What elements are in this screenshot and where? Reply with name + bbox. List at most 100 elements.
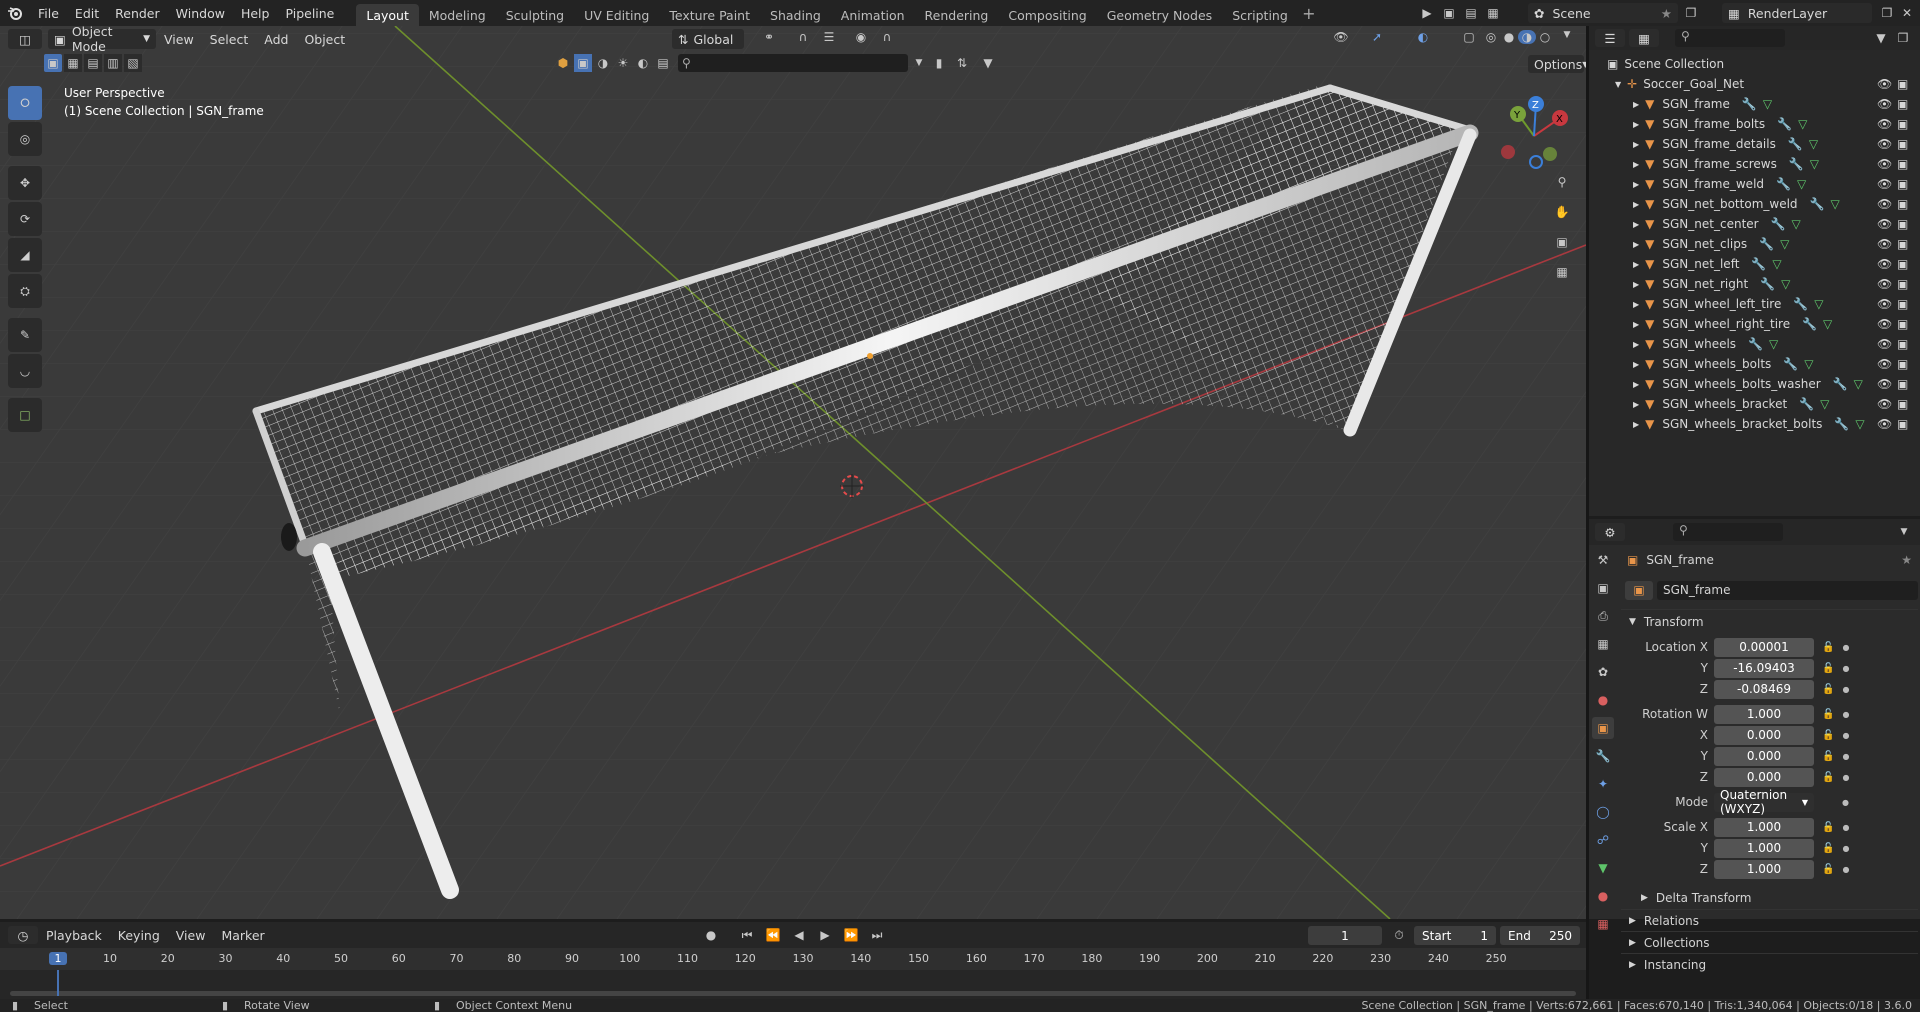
- eye-icon[interactable]: 👁: [1877, 357, 1892, 371]
- visibility-icon[interactable]: 👁: [1330, 30, 1352, 44]
- end-frame-field[interactable]: End 250: [1500, 926, 1580, 945]
- select-difference-icon[interactable]: ▥: [104, 54, 122, 72]
- move-tool[interactable]: ✥: [8, 166, 42, 200]
- keyframe-dot-icon[interactable]: ●: [1842, 844, 1849, 853]
- pivot-icon[interactable]: ⚭: [758, 30, 780, 44]
- remove-layer-icon[interactable]: ✕: [1898, 3, 1916, 23]
- camera-icon[interactable]: ▣: [1897, 337, 1908, 351]
- eye-icon[interactable]: 👁: [1877, 177, 1892, 191]
- mesh-data-icon[interactable]: ▽: [1855, 417, 1864, 431]
- camera-icon[interactable]: ▣: [1897, 357, 1908, 371]
- mesh-data-icon[interactable]: ▽: [1780, 237, 1789, 251]
- viewport-search-field[interactable]: ⚲: [678, 54, 908, 72]
- eye-icon[interactable]: 👁: [1877, 377, 1892, 391]
- select-box-tool[interactable]: ⭘: [8, 86, 42, 120]
- mesh-data-icon[interactable]: ▽: [1823, 317, 1832, 331]
- outliner-item-sgn-wheels-bracket-bolts[interactable]: ▶ ▼ SGN_wheels_bracket_bolts 🔧 ▽ 👁 ▣: [1589, 414, 1920, 434]
- sort-icon[interactable]: ⇅: [950, 54, 974, 72]
- add-workspace-icon[interactable]: +: [1298, 4, 1320, 23]
- render-view-icon[interactable]: ▦: [1484, 3, 1502, 23]
- camera-icon[interactable]: ▣: [1897, 377, 1908, 391]
- outliner-item-sgn-frame-bolts[interactable]: ▶ ▼ SGN_frame_bolts 🔧 ▽ 👁 ▣: [1589, 114, 1920, 134]
- physics-tab-icon[interactable]: ◯: [1592, 801, 1614, 823]
- scale-z-field[interactable]: 1.000: [1714, 859, 1814, 879]
- transform-tool[interactable]: ⛭: [8, 274, 42, 308]
- mesh-data-icon[interactable]: ▽: [1798, 117, 1807, 131]
- relations-header[interactable]: ▶ Relations: [1621, 909, 1918, 931]
- modifier-icon[interactable]: 🔧: [1833, 377, 1848, 391]
- modifier-icon[interactable]: 🔧: [1788, 137, 1803, 151]
- current-frame-field[interactable]: 1: [1308, 926, 1382, 945]
- outliner-item-sgn-wheels-bolts[interactable]: ▶ ▼ SGN_wheels_bolts 🔧 ▽ 👁 ▣: [1589, 354, 1920, 374]
- new-layer-icon[interactable]: ❐: [1878, 3, 1896, 23]
- tab-geometry-nodes[interactable]: Geometry Nodes: [1097, 4, 1222, 26]
- clock-icon[interactable]: ⏱: [1388, 926, 1410, 944]
- camera-icon[interactable]: ▣: [1897, 397, 1908, 411]
- object-browse-icon[interactable]: ▣: [1625, 580, 1653, 600]
- menu-window[interactable]: Window: [168, 0, 233, 26]
- lock-icon[interactable]: 🔓: [1822, 663, 1834, 674]
- scale-x-field[interactable]: 1.000: [1714, 817, 1814, 837]
- camera-icon[interactable]: ▣: [1897, 237, 1908, 251]
- rotation-w-field[interactable]: 1.000: [1714, 704, 1814, 724]
- lock-icon[interactable]: 🔓: [1822, 843, 1834, 854]
- eye-icon[interactable]: 👁: [1877, 277, 1892, 291]
- eye-icon[interactable]: 👁: [1877, 117, 1892, 131]
- modifier-icon[interactable]: 🔧: [1793, 297, 1808, 311]
- outliner-item-sgn-frame[interactable]: ▶ ▼ SGN_frame 🔧 ▽ 👁 ▣: [1589, 94, 1920, 114]
- lock-icon[interactable]: 🔓: [1822, 709, 1834, 720]
- select-extend-icon[interactable]: ▦: [64, 54, 82, 72]
- mesh-data-icon[interactable]: ▽: [1854, 377, 1863, 391]
- orientation-selector[interactable]: ⇅ Global: [672, 29, 744, 49]
- tab-rendering[interactable]: Rendering: [915, 4, 999, 26]
- mesh-data-icon[interactable]: ▽: [1792, 217, 1801, 231]
- eye-icon[interactable]: 👁: [1877, 217, 1892, 231]
- keyframe-dot-icon[interactable]: ●: [1842, 664, 1849, 673]
- gizmo-toggle-icon[interactable]: ➚: [1366, 30, 1388, 44]
- viewport-menu-select[interactable]: Select: [202, 26, 257, 52]
- camera-icon[interactable]: ▣: [1897, 257, 1908, 271]
- rotation-z-field[interactable]: 0.000: [1714, 767, 1814, 787]
- modifier-icon[interactable]: 🔧: [1834, 417, 1849, 431]
- lock-icon[interactable]: 🔓: [1822, 864, 1834, 875]
- outliner-editor-icon[interactable]: ☰: [1595, 29, 1625, 47]
- new-scene-icon[interactable]: ❐: [1682, 3, 1700, 23]
- expand-arrow-icon[interactable]: ▶: [1633, 360, 1639, 369]
- eye-icon[interactable]: 👁: [1877, 297, 1892, 311]
- object-name-field[interactable]: SGN_frame: [1657, 580, 1918, 600]
- expand-arrow-icon[interactable]: ▶: [1633, 240, 1639, 249]
- eye-icon[interactable]: 👁: [1877, 97, 1892, 111]
- filter-other-icon[interactable]: ▤: [654, 54, 672, 72]
- mesh-data-icon[interactable]: ▽: [1769, 337, 1778, 351]
- outliner-item-sgn-frame-screws[interactable]: ▶ ▼ SGN_frame_screws 🔧 ▽ 👁 ▣: [1589, 154, 1920, 174]
- modifier-icon[interactable]: 🔧: [1810, 197, 1825, 211]
- scale-y-field[interactable]: 1.000: [1714, 838, 1814, 858]
- timeline-editor-icon[interactable]: ◷: [8, 926, 38, 944]
- collections-header[interactable]: ▶ Collections: [1621, 931, 1918, 953]
- menu-timeline-view[interactable]: View: [168, 922, 214, 948]
- collection-row[interactable]: ▼ ✛ Soccer_Goal_Net 👁 ▣: [1589, 74, 1920, 94]
- world-tab-icon[interactable]: ●: [1592, 689, 1614, 711]
- expand-arrow-icon[interactable]: ▶: [1633, 120, 1639, 129]
- snap-options-icon[interactable]: ☰: [818, 30, 840, 44]
- mesh-data-icon[interactable]: ▽: [1763, 97, 1772, 111]
- filter-all-icon[interactable]: ⬢: [554, 54, 572, 72]
- location-y-field[interactable]: -16.09403: [1714, 658, 1814, 678]
- delta-transform-header[interactable]: ▶ Delta Transform: [1621, 887, 1918, 909]
- pin-icon[interactable]: ★: [1661, 6, 1672, 21]
- modifier-icon[interactable]: 🔧: [1789, 157, 1804, 171]
- select-intersect-icon[interactable]: ▧: [124, 54, 142, 72]
- play-icon[interactable]: ▶: [814, 926, 836, 944]
- tab-sculpting[interactable]: Sculpting: [496, 4, 574, 26]
- camera-icon[interactable]: ▣: [1897, 297, 1908, 311]
- new-collection-icon[interactable]: ❐: [1892, 31, 1914, 45]
- outliner-item-sgn-net-left[interactable]: ▶ ▼ SGN_net_left 🔧 ▽ 👁 ▣: [1589, 254, 1920, 274]
- mesh-data-icon[interactable]: ▽: [1820, 397, 1829, 411]
- keyframe-dot-icon[interactable]: ●: [1842, 798, 1849, 807]
- menu-keying[interactable]: Keying: [110, 922, 168, 948]
- overlays-icon[interactable]: ◐: [1412, 30, 1434, 44]
- prev-keyframe-icon[interactable]: ⏪: [762, 926, 784, 944]
- expand-arrow-icon[interactable]: ▶: [1633, 260, 1639, 269]
- camera-icon[interactable]: ▣: [1897, 137, 1908, 151]
- camera-icon[interactable]: ▣: [1897, 417, 1908, 431]
